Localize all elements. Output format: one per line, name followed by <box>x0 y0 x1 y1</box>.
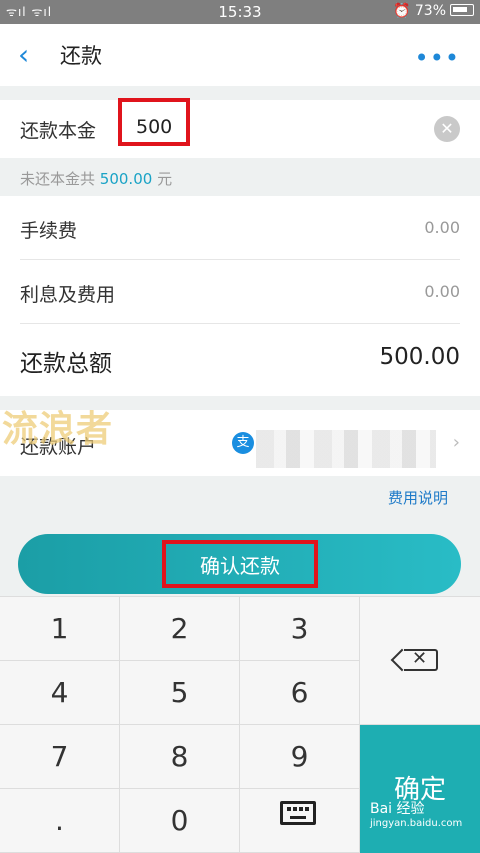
remaining-hint: 未还本金共 500.00 元 <box>20 168 172 189</box>
amount-label: 还款本金 <box>20 120 97 142</box>
key-0[interactable]: 0 <box>120 789 240 853</box>
backspace-icon: ✕ <box>404 648 438 671</box>
key-8[interactable]: 8 <box>120 725 240 789</box>
key-4[interactable]: 4 <box>0 661 120 725</box>
backspace-x: ✕ <box>412 648 428 669</box>
chevron-right-icon: › <box>452 432 460 453</box>
amount-row: 还款本金 500 ✕ <box>0 100 480 158</box>
interest-value: 0.00 <box>424 282 460 301</box>
clear-icon[interactable]: ✕ <box>434 116 460 142</box>
alipay-icon: 支 <box>232 432 254 454</box>
key-9[interactable]: 9 <box>240 725 360 789</box>
total-label: 还款总额 <box>20 351 112 377</box>
fee-explanation-link[interactable]: 费用说明 <box>388 487 448 508</box>
key-5[interactable]: 5 <box>120 661 240 725</box>
total-value: 500.00 <box>379 344 460 370</box>
confirm-repay-label: 确认还款 <box>200 554 280 578</box>
hint-amount: 500.00 <box>99 170 153 188</box>
handling-fee-label: 手续费 <box>20 220 78 242</box>
nav-bar: ‹ 还款 ••• <box>0 24 480 86</box>
key-dot[interactable]: . <box>0 789 120 853</box>
keyboard-icon <box>280 801 316 825</box>
ok-key[interactable]: 确定 <box>360 725 480 853</box>
delete-key[interactable]: ✕ <box>360 597 480 725</box>
baidu-line2: jingyan.baidu.com <box>370 818 463 829</box>
back-icon[interactable]: ‹ <box>18 38 29 71</box>
status-bar: ᯤıl ᯤıl 15:33 ⏰ 73% <box>0 0 480 24</box>
account-info-blurred <box>256 430 436 468</box>
hint-unit: 元 <box>157 170 173 188</box>
more-icon[interactable]: ••• <box>415 44 460 72</box>
key-6[interactable]: 6 <box>240 661 360 725</box>
interest-row: 利息及费用 0.00 <box>20 260 460 324</box>
total-row: 还款总额 500.00 <box>20 326 460 390</box>
highlight-box-amount <box>118 98 190 146</box>
watermark-text: 流浪者 <box>2 409 114 450</box>
hide-keyboard-key[interactable] <box>240 789 360 853</box>
key-7[interactable]: 7 <box>0 725 120 789</box>
handling-fee-value: 0.00 <box>424 218 460 237</box>
hint-prefix: 未还本金共 <box>20 170 96 188</box>
key-1[interactable]: 1 <box>0 597 120 661</box>
page-title: 还款 <box>60 44 102 68</box>
key-2[interactable]: 2 <box>120 597 240 661</box>
baidu-line1: Bai 经验 <box>370 801 425 817</box>
handling-fee-row: 手续费 0.00 <box>20 196 460 260</box>
baidu-watermark: Bai 经验 jingyan.baidu.com <box>370 798 462 829</box>
battery-status: ⏰ 73% <box>393 3 474 19</box>
key-3[interactable]: 3 <box>240 597 360 661</box>
interest-label: 利息及费用 <box>20 284 116 306</box>
fees-card: 手续费 0.00 利息及费用 0.00 还款总额 500.00 <box>0 196 480 396</box>
battery-percent: ⏰ 73% <box>393 3 446 19</box>
battery-icon <box>450 4 474 16</box>
